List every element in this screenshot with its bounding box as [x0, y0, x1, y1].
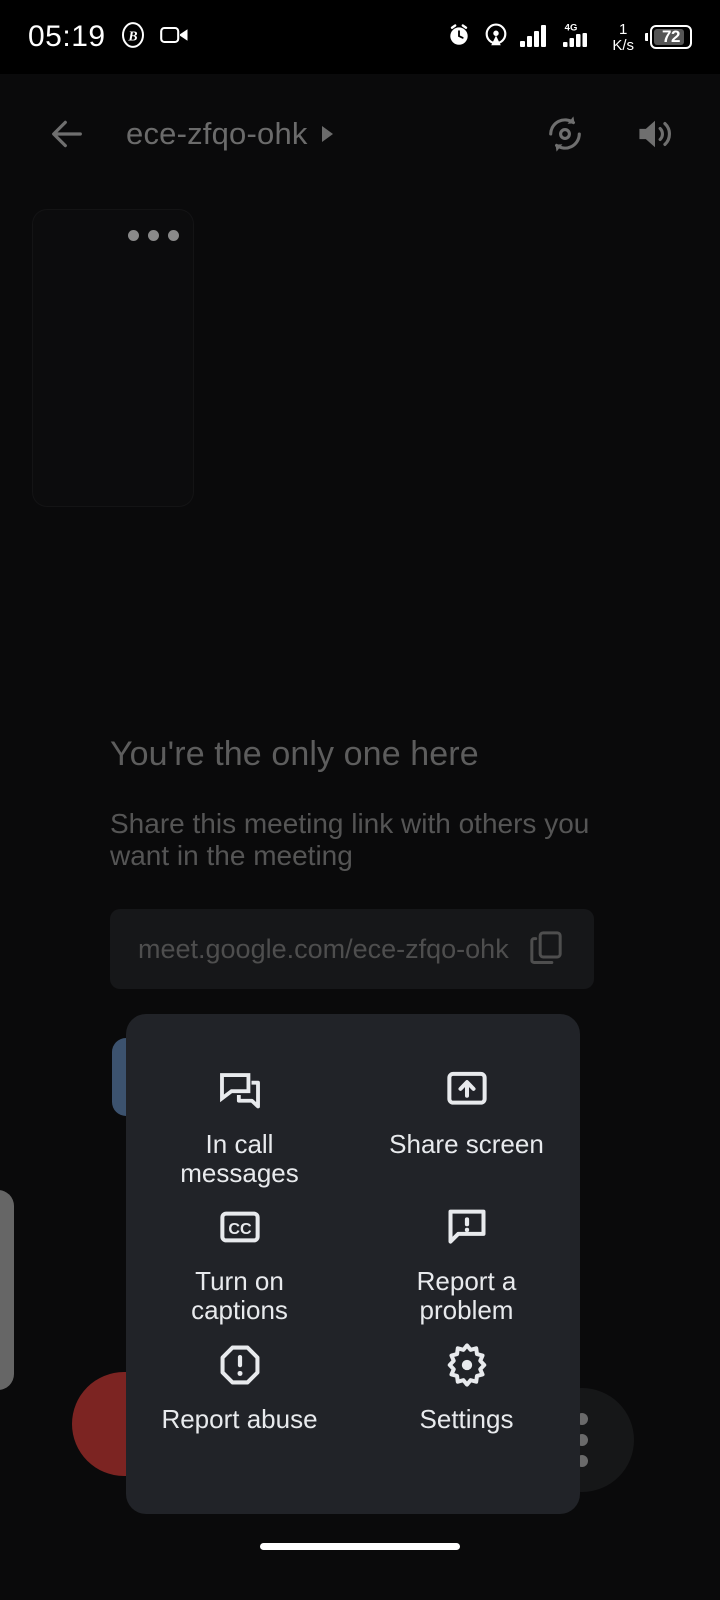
report-abuse-icon [217, 1339, 263, 1391]
sheet-item-share-screen[interactable]: Share screen [353, 1058, 580, 1195]
copy-icon[interactable] [526, 927, 566, 972]
sheet-item-report-abuse[interactable]: Report abuse [126, 1333, 353, 1470]
sheet-item-label: In call messages [180, 1129, 299, 1189]
sheet-item-in-call-messages[interactable]: In call messages [126, 1058, 353, 1195]
sheet-item-turn-on-captions[interactable]: CC Turn on captions [126, 1195, 353, 1332]
sheet-item-report-a-problem[interactable]: Report a problem [353, 1195, 580, 1332]
page-title: You're the only one here [110, 735, 479, 773]
home-gesture-bar[interactable] [260, 1543, 460, 1550]
sheet-item-settings[interactable]: Settings [353, 1333, 580, 1470]
chat-bubbles-icon [217, 1064, 263, 1116]
sheet-item-label: Settings [419, 1403, 514, 1434]
gear-icon [444, 1339, 490, 1391]
meeting-link-field[interactable]: meet.google.com/ece-zfqo-ohk [110, 909, 594, 989]
svg-text:CC: CC [228, 1220, 252, 1238]
meeting-link-text: meet.google.com/ece-zfqo-ohk [138, 933, 509, 964]
feedback-icon [444, 1201, 490, 1253]
sheet-item-label: Report a problem [416, 1266, 517, 1326]
meet-call-screen: 05:19 B 4G 1 K/s 72 ece-zfqo-ohk You're … [0, 0, 720, 1600]
share-screen-icon [444, 1064, 490, 1116]
drag-handle[interactable] [0, 1190, 14, 1390]
options-grid: In call messages Share screen CC Turn on… [126, 1058, 580, 1470]
sheet-item-label: Turn on captions [191, 1266, 288, 1326]
closed-captions-icon: CC [217, 1201, 263, 1253]
sheet-item-label: Share screen [389, 1129, 544, 1159]
sheet-item-label: Report abuse [161, 1403, 318, 1434]
options-bottom-sheet: In call messages Share screen CC Turn on… [126, 1014, 580, 1514]
share-description: Share this meeting link with others you … [110, 808, 590, 872]
